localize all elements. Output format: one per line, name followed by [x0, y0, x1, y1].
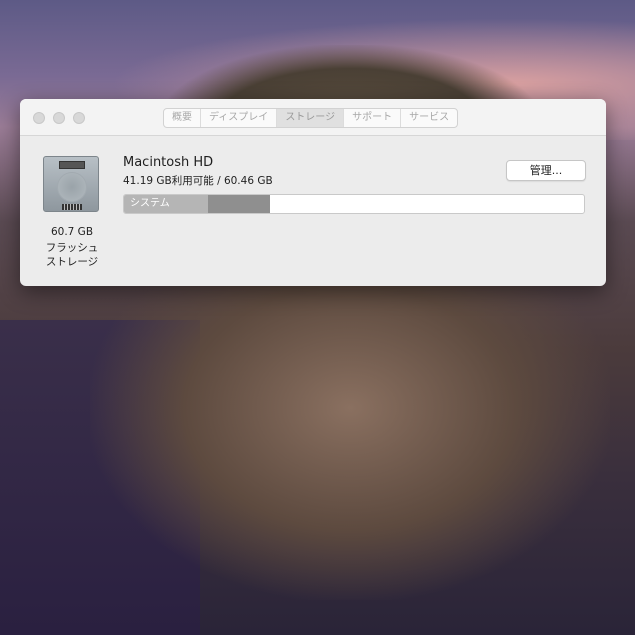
zoom-button[interactable] [73, 112, 85, 124]
titlebar: 概要 ディスプレイ ストレージ サポート サービス [20, 99, 606, 136]
tab-service[interactable]: サービス [401, 109, 457, 127]
close-button[interactable] [33, 112, 45, 124]
wallpaper-island [90, 280, 610, 600]
manage-button[interactable]: 管理... [506, 160, 586, 181]
system-label: システム [130, 198, 170, 209]
tab-storage[interactable]: ストレージ [277, 109, 345, 127]
volume-name: Macintosh HD [123, 155, 214, 170]
disk-type-line1: フラッシュ [45, 242, 99, 254]
tab-support[interactable]: サポート [344, 109, 402, 127]
about-this-mac-window: 概要 ディスプレイ ストレージ サポート サービス 60.7 GB フラッシュ … [20, 99, 606, 286]
volume-availability: 41.19 GB利用可能 / 60.46 GB [123, 175, 273, 187]
tab-overview[interactable]: 概要 [164, 109, 201, 127]
storage-usage-bar: システム [123, 194, 585, 214]
hard-drive-icon [43, 156, 99, 212]
usage-segment-other [207, 195, 270, 213]
tab-bar: 概要 ディスプレイ ストレージ サポート サービス [163, 108, 459, 128]
tab-displays[interactable]: ディスプレイ [201, 109, 278, 127]
disk-capacity: 60.7 GB [50, 226, 94, 238]
disk-type-line2: ストレージ [45, 256, 99, 268]
usage-segment-system: システム [124, 195, 208, 213]
minimize-button[interactable] [53, 112, 65, 124]
